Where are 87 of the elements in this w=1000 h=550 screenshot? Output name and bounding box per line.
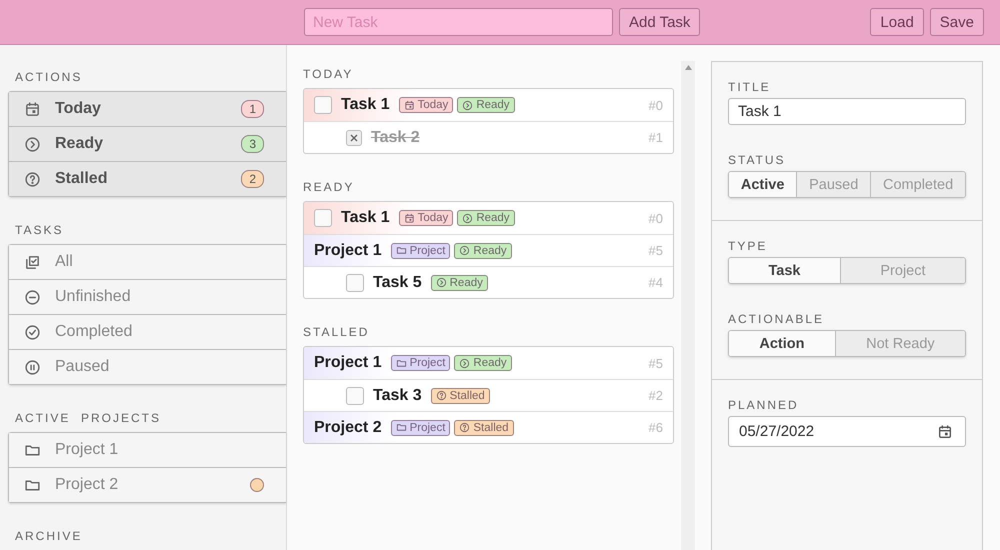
chevron-circle-icon — [459, 245, 470, 256]
calendar-icon — [404, 100, 415, 110]
sidebar-item[interactable]: Paused — [9, 349, 286, 384]
checkbox[interactable] — [346, 130, 362, 146]
task-title[interactable]: Task 1 — [341, 209, 390, 227]
tag: Today — [398, 210, 454, 226]
scrollbar[interactable] — [681, 61, 695, 550]
group-title: READY — [303, 180, 356, 194]
calendar-icon — [937, 424, 953, 440]
item-id: #5 — [648, 243, 663, 258]
chevron-circle-icon — [462, 212, 474, 224]
calendar-icon — [404, 212, 415, 224]
field-label: STATUS — [728, 153, 787, 167]
question-circle-icon — [459, 422, 470, 433]
tag: Project — [390, 355, 450, 371]
count-badge: 2 — [241, 170, 264, 188]
sidebar-item[interactable]: Project 1 — [9, 433, 286, 467]
save-button[interactable]: Save — [930, 8, 984, 36]
count-badge: 3 — [241, 135, 264, 153]
chevron-circle-icon — [436, 277, 447, 288]
check-circle-icon — [24, 324, 41, 340]
tag: Ready — [454, 355, 512, 371]
folder-icon — [396, 358, 407, 368]
sidebar-item[interactable]: All — [9, 245, 286, 279]
field-label: TYPE — [728, 239, 768, 253]
project-title[interactable]: Project 1 — [314, 242, 382, 260]
section-title: ARCHIVE — [15, 529, 84, 543]
folder-icon — [396, 422, 407, 433]
tag: Stalled — [454, 420, 514, 436]
add-task-button[interactable]: Add Task — [619, 8, 700, 36]
item-id: #6 — [648, 420, 663, 435]
item-id: #4 — [648, 275, 663, 290]
load-button[interactable]: Load — [870, 8, 924, 36]
item-id: #1 — [648, 130, 663, 145]
sidebar-item[interactable]: Completed — [9, 314, 286, 349]
chevron-circle-icon — [24, 136, 41, 152]
sidebar-item[interactable]: Today 1 — [9, 92, 286, 126]
field-label: ACTIONABLE — [728, 312, 826, 326]
folder-icon — [396, 245, 407, 256]
checkbox[interactable] — [346, 386, 364, 404]
calendar-icon — [24, 100, 41, 118]
minus-circle-icon — [24, 288, 41, 306]
task-title[interactable]: Task 1 — [341, 96, 390, 114]
sidebar-item[interactable]: Stalled 2 — [9, 161, 286, 196]
tag: Project — [390, 420, 450, 436]
question-circle-icon — [436, 390, 447, 401]
segment-option[interactable]: Active — [729, 172, 796, 197]
group-title: TODAY — [303, 67, 354, 81]
item-id: #2 — [648, 388, 663, 403]
scroll-up-icon[interactable] — [684, 65, 692, 70]
tag: Ready — [457, 97, 515, 113]
tag: Today — [398, 97, 454, 113]
tag: Ready — [454, 242, 512, 258]
checkbox[interactable] — [314, 96, 332, 114]
project-title[interactable]: Project 1 — [314, 354, 382, 372]
checkbox[interactable] — [346, 274, 364, 292]
chevron-circle-icon — [459, 358, 470, 368]
item-id: #5 — [648, 356, 663, 370]
section-title: ACTIVE PROJECTS — [15, 411, 162, 425]
date-field[interactable]: 05/27/2022 — [728, 416, 966, 447]
count-badge: 1 — [241, 100, 264, 118]
chevron-circle-icon — [462, 100, 474, 110]
cross-icon — [350, 134, 358, 142]
checkbox[interactable] — [314, 209, 332, 227]
sidebar-item[interactable]: Project 2 — [9, 467, 286, 502]
pause-circle-icon — [24, 358, 41, 376]
tag: Stalled — [430, 388, 490, 404]
task-title[interactable]: Task 3 — [373, 386, 422, 404]
field-label: TITLE — [728, 80, 772, 94]
tag: Project — [390, 242, 450, 258]
section-title: TASKS — [15, 223, 64, 237]
sidebar-item[interactable]: Ready 3 — [9, 126, 286, 161]
tag: Ready — [457, 210, 515, 226]
task-title[interactable]: Task 5 — [373, 274, 422, 292]
title-field[interactable]: Task 1 — [728, 98, 966, 125]
project-title[interactable]: Project 2 — [314, 418, 382, 436]
checklist-icon — [24, 254, 41, 270]
section-title: ACTIONS — [15, 70, 84, 84]
tag: Ready — [430, 274, 488, 290]
question-circle-icon — [24, 170, 41, 188]
group-title: STALLED — [303, 325, 370, 339]
segment-option[interactable]: Action — [729, 331, 835, 356]
item-id: #0 — [648, 210, 663, 226]
segment-option[interactable]: Task — [729, 258, 840, 283]
item-id: #0 — [648, 98, 663, 112]
field-label: PLANNED — [728, 398, 800, 412]
sidebar-item[interactable]: Unfinished — [9, 279, 286, 314]
